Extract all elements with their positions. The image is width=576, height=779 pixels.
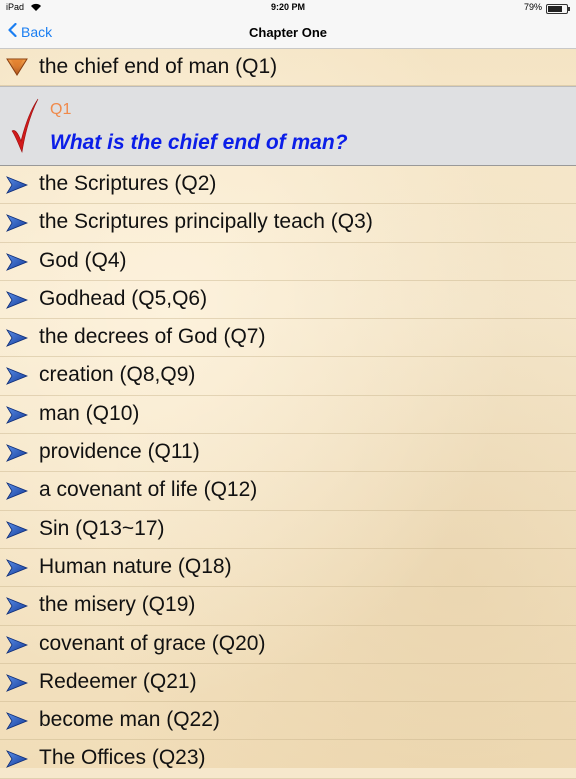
- list-item[interactable]: man (Q10): [0, 396, 576, 435]
- triangle-right-icon: [6, 635, 28, 654]
- list-item[interactable]: the Scriptures principally teach (Q3): [0, 204, 576, 243]
- status-bar: iPad 9:20 PM 79%: [0, 0, 576, 16]
- list-item[interactable]: creation (Q8,Q9): [0, 357, 576, 396]
- page-title: Chapter One: [248, 25, 327, 40]
- triangle-right-icon: [6, 750, 28, 769]
- triangle-right-icon: [6, 176, 28, 194]
- triangle-right-icon: [6, 444, 28, 462]
- list-item-label: The Offices (Q23): [39, 746, 206, 770]
- triangle-right-icon: [6, 252, 28, 271]
- triangle-right-icon: [6, 367, 28, 386]
- list-item[interactable]: covenant of grace (Q20): [0, 626, 576, 664]
- list-item[interactable]: become man (Q22): [0, 702, 576, 741]
- list-item-label: Human nature (Q18): [39, 554, 232, 578]
- list-item[interactable]: the decrees of God (Q7): [0, 319, 576, 358]
- list-item[interactable]: Sin (Q13~17): [0, 511, 576, 549]
- topic-rows: the Scriptures (Q2) the Scriptures princi…: [0, 166, 576, 779]
- list-item-label: the Scriptures (Q2): [39, 172, 217, 195]
- list-item[interactable]: a covenant of life (Q12): [0, 472, 576, 511]
- battery-percentage: 79%: [523, 2, 542, 12]
- list-item-label: providence (Q11): [39, 440, 200, 464]
- list-item-label: the decrees of God (Q7): [39, 325, 266, 349]
- triangle-down-icon: [6, 58, 28, 76]
- list-item-label: God (Q4): [39, 248, 127, 272]
- list-item-label: become man (Q22): [39, 708, 220, 732]
- list-item-expanded[interactable]: the chief end of man (Q1): [0, 49, 576, 86]
- checkmark-icon: [11, 98, 39, 154]
- triangle-right-icon: [6, 329, 28, 348]
- list-item-label: Sin (Q13~17): [39, 516, 165, 540]
- navigation-bar: Back Chapter One: [0, 16, 576, 49]
- list-item[interactable]: providence (Q11): [0, 434, 576, 473]
- list-item-label: creation (Q8,Q9): [39, 363, 196, 387]
- clock: 9:20 PM: [270, 2, 305, 12]
- list-item-label: the misery (Q19): [39, 593, 196, 617]
- battery-icon: [546, 4, 570, 14]
- list-item-label: the chief end of man (Q1): [39, 55, 278, 78]
- list-item-label: a covenant of life (Q12): [39, 478, 258, 502]
- question-number: Q1: [50, 101, 72, 118]
- triangle-right-icon: [6, 712, 28, 730]
- chapter-topic-list: the chief end of man (Q1) Q1 What is the…: [0, 49, 576, 779]
- triangle-right-icon: [6, 405, 28, 424]
- list-item[interactable]: the Scriptures (Q2): [0, 166, 576, 205]
- list-item-label: the Scriptures principally teach (Q3): [39, 210, 373, 234]
- question-text: What is the chief end of man?: [50, 131, 348, 154]
- list-item[interactable]: God (Q4): [0, 243, 576, 281]
- list-item[interactable]: The Offices (Q23): [0, 740, 576, 779]
- list-item-label: covenant of grace (Q20): [39, 631, 266, 655]
- list-item-label: man (Q10): [39, 401, 140, 425]
- list-item-label: Redeemer (Q21): [39, 669, 197, 693]
- triangle-right-icon: [6, 674, 28, 692]
- triangle-right-icon: [6, 597, 28, 616]
- triangle-right-icon: [6, 291, 28, 309]
- triangle-right-icon: [6, 559, 28, 577]
- list-item[interactable]: Redeemer (Q21): [0, 664, 576, 703]
- answer-detail-panel: Q1 What is the chief end of man?: [0, 86, 576, 166]
- triangle-right-icon: [6, 520, 28, 539]
- triangle-right-icon: [6, 482, 28, 501]
- list-item-label: Godhead (Q5,Q6): [39, 286, 208, 310]
- triangle-right-icon: [6, 214, 28, 233]
- list-item[interactable]: Human nature (Q18): [0, 549, 576, 588]
- list-item[interactable]: the misery (Q19): [0, 587, 576, 626]
- list-item[interactable]: Godhead (Q5,Q6): [0, 281, 576, 320]
